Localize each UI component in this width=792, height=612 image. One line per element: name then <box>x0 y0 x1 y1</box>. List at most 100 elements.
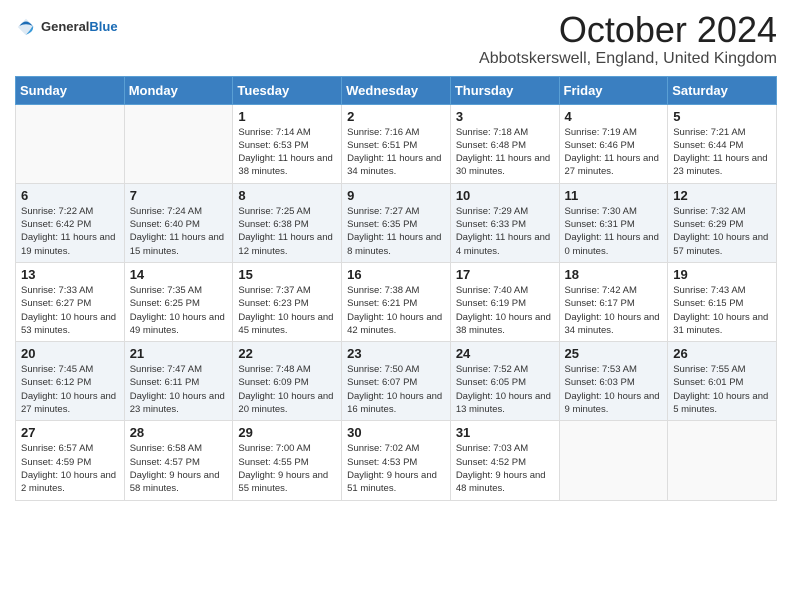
day-number: 10 <box>456 188 554 203</box>
day-detail: Sunrise: 6:57 AM Sunset: 4:59 PM Dayligh… <box>21 442 119 495</box>
logo-blue: Blue <box>89 19 117 34</box>
table-row: 17 Sunrise: 7:40 AM Sunset: 6:19 PM Dayli… <box>450 262 559 341</box>
calendar-week-row: 27 Sunrise: 6:57 AM Sunset: 4:59 PM Dayli… <box>16 421 777 500</box>
day-number: 19 <box>673 267 771 282</box>
table-row: 28 Sunrise: 6:58 AM Sunset: 4:57 PM Dayli… <box>124 421 233 500</box>
day-number: 1 <box>238 109 336 124</box>
col-friday: Friday <box>559 76 668 104</box>
day-detail: Sunrise: 7:21 AM Sunset: 6:44 PM Dayligh… <box>673 126 771 179</box>
day-detail: Sunrise: 7:03 AM Sunset: 4:52 PM Dayligh… <box>456 442 554 495</box>
calendar-header-row: Sunday Monday Tuesday Wednesday Thursday… <box>16 76 777 104</box>
day-detail: Sunrise: 7:16 AM Sunset: 6:51 PM Dayligh… <box>347 126 445 179</box>
table-row: 21 Sunrise: 7:47 AM Sunset: 6:11 PM Dayli… <box>124 342 233 421</box>
table-row: 14 Sunrise: 7:35 AM Sunset: 6:25 PM Dayli… <box>124 262 233 341</box>
table-row: 31 Sunrise: 7:03 AM Sunset: 4:52 PM Dayli… <box>450 421 559 500</box>
day-detail: Sunrise: 7:32 AM Sunset: 6:29 PM Dayligh… <box>673 205 771 258</box>
table-row: 22Sunrise: 7:48 AM Sunset: 6:09 PM Dayli… <box>233 342 342 421</box>
day-number: 20 <box>21 346 119 361</box>
day-detail: Sunrise: 7:53 AM Sunset: 6:03 PM Dayligh… <box>565 363 663 416</box>
col-saturday: Saturday <box>668 76 777 104</box>
day-number: 27 <box>21 425 119 440</box>
col-thursday: Thursday <box>450 76 559 104</box>
day-number: 6 <box>21 188 119 203</box>
day-number: 28 <box>130 425 228 440</box>
day-detail: Sunrise: 7:19 AM Sunset: 6:46 PM Dayligh… <box>565 126 663 179</box>
table-row: 12Sunrise: 7:32 AM Sunset: 6:29 PM Dayli… <box>668 183 777 262</box>
table-row: 13Sunrise: 7:33 AM Sunset: 6:27 PM Dayli… <box>16 262 125 341</box>
day-number: 15 <box>238 267 336 282</box>
table-row: 8 Sunrise: 7:25 AM Sunset: 6:38 PM Daylig… <box>233 183 342 262</box>
day-detail: Sunrise: 7:14 AM Sunset: 6:53 PM Dayligh… <box>238 126 336 179</box>
day-number: 17 <box>456 267 554 282</box>
title-block: October 2024 Abbotskerswell, England, Un… <box>479 10 777 68</box>
calendar-page: GeneralBlue October 2024 Abbotskerswell,… <box>0 0 792 612</box>
day-number: 4 <box>565 109 663 124</box>
table-row: 19Sunrise: 7:43 AM Sunset: 6:15 PM Dayli… <box>668 262 777 341</box>
col-monday: Monday <box>124 76 233 104</box>
table-row: 9 Sunrise: 7:27 AM Sunset: 6:35 PM Daylig… <box>342 183 451 262</box>
day-number: 23 <box>347 346 445 361</box>
table-row: 25 Sunrise: 7:53 AM Sunset: 6:03 PM Dayli… <box>559 342 668 421</box>
table-row <box>668 421 777 500</box>
table-row: 6 Sunrise: 7:22 AM Sunset: 6:42 PM Daylig… <box>16 183 125 262</box>
day-detail: Sunrise: 7:27 AM Sunset: 6:35 PM Dayligh… <box>347 205 445 258</box>
day-detail: Sunrise: 7:45 AM Sunset: 6:12 PM Dayligh… <box>21 363 119 416</box>
logo: GeneralBlue <box>15 16 118 38</box>
day-number: 25 <box>565 346 663 361</box>
day-number: 24 <box>456 346 554 361</box>
col-wednesday: Wednesday <box>342 76 451 104</box>
day-detail: Sunrise: 7:35 AM Sunset: 6:25 PM Dayligh… <box>130 284 228 337</box>
logo-general: General <box>41 19 89 34</box>
day-detail: Sunrise: 7:48 AM Sunset: 6:09 PM Dayligh… <box>238 363 336 416</box>
calendar-week-row: 13Sunrise: 7:33 AM Sunset: 6:27 PM Dayli… <box>16 262 777 341</box>
calendar-table: Sunday Monday Tuesday Wednesday Thursday… <box>15 76 777 501</box>
day-number: 5 <box>673 109 771 124</box>
table-row <box>16 104 125 183</box>
table-row: 10 Sunrise: 7:29 AM Sunset: 6:33 PM Dayli… <box>450 183 559 262</box>
table-row <box>124 104 233 183</box>
table-row: 24 Sunrise: 7:52 AM Sunset: 6:05 PM Dayli… <box>450 342 559 421</box>
col-sunday: Sunday <box>16 76 125 104</box>
day-number: 21 <box>130 346 228 361</box>
day-detail: Sunrise: 7:02 AM Sunset: 4:53 PM Dayligh… <box>347 442 445 495</box>
table-row: 2 Sunrise: 7:16 AM Sunset: 6:51 PM Daylig… <box>342 104 451 183</box>
day-detail: Sunrise: 7:29 AM Sunset: 6:33 PM Dayligh… <box>456 205 554 258</box>
table-row: 30Sunrise: 7:02 AM Sunset: 4:53 PM Dayli… <box>342 421 451 500</box>
day-detail: Sunrise: 7:52 AM Sunset: 6:05 PM Dayligh… <box>456 363 554 416</box>
table-row: 27 Sunrise: 6:57 AM Sunset: 4:59 PM Dayli… <box>16 421 125 500</box>
table-row: 23 Sunrise: 7:50 AM Sunset: 6:07 PM Dayli… <box>342 342 451 421</box>
table-row <box>559 421 668 500</box>
table-row: 3Sunrise: 7:18 AM Sunset: 6:48 PM Daylig… <box>450 104 559 183</box>
day-number: 14 <box>130 267 228 282</box>
header: GeneralBlue October 2024 Abbotskerswell,… <box>15 10 777 68</box>
day-number: 13 <box>21 267 119 282</box>
day-number: 31 <box>456 425 554 440</box>
day-detail: Sunrise: 7:00 AM Sunset: 4:55 PM Dayligh… <box>238 442 336 495</box>
table-row: 5 Sunrise: 7:21 AM Sunset: 6:44 PM Daylig… <box>668 104 777 183</box>
day-detail: Sunrise: 6:58 AM Sunset: 4:57 PM Dayligh… <box>130 442 228 495</box>
table-row: 26Sunrise: 7:55 AM Sunset: 6:01 PM Dayli… <box>668 342 777 421</box>
day-number: 18 <box>565 267 663 282</box>
location-title: Abbotskerswell, England, United Kingdom <box>479 50 777 68</box>
calendar-week-row: 1 Sunrise: 7:14 AM Sunset: 6:53 PM Daylig… <box>16 104 777 183</box>
day-detail: Sunrise: 7:50 AM Sunset: 6:07 PM Dayligh… <box>347 363 445 416</box>
day-detail: Sunrise: 7:55 AM Sunset: 6:01 PM Dayligh… <box>673 363 771 416</box>
table-row: 7Sunrise: 7:24 AM Sunset: 6:40 PM Daylig… <box>124 183 233 262</box>
logo-icon <box>15 16 37 38</box>
table-row: 11Sunrise: 7:30 AM Sunset: 6:31 PM Dayli… <box>559 183 668 262</box>
month-title: October 2024 <box>479 10 777 50</box>
day-number: 11 <box>565 188 663 203</box>
day-detail: Sunrise: 7:38 AM Sunset: 6:21 PM Dayligh… <box>347 284 445 337</box>
table-row: 4 Sunrise: 7:19 AM Sunset: 6:46 PM Daylig… <box>559 104 668 183</box>
day-number: 9 <box>347 188 445 203</box>
day-detail: Sunrise: 7:37 AM Sunset: 6:23 PM Dayligh… <box>238 284 336 337</box>
day-detail: Sunrise: 7:40 AM Sunset: 6:19 PM Dayligh… <box>456 284 554 337</box>
day-number: 2 <box>347 109 445 124</box>
day-detail: Sunrise: 7:18 AM Sunset: 6:48 PM Dayligh… <box>456 126 554 179</box>
day-detail: Sunrise: 7:22 AM Sunset: 6:42 PM Dayligh… <box>21 205 119 258</box>
col-tuesday: Tuesday <box>233 76 342 104</box>
day-detail: Sunrise: 7:25 AM Sunset: 6:38 PM Dayligh… <box>238 205 336 258</box>
table-row: 29Sunrise: 7:00 AM Sunset: 4:55 PM Dayli… <box>233 421 342 500</box>
day-detail: Sunrise: 7:47 AM Sunset: 6:11 PM Dayligh… <box>130 363 228 416</box>
day-number: 8 <box>238 188 336 203</box>
